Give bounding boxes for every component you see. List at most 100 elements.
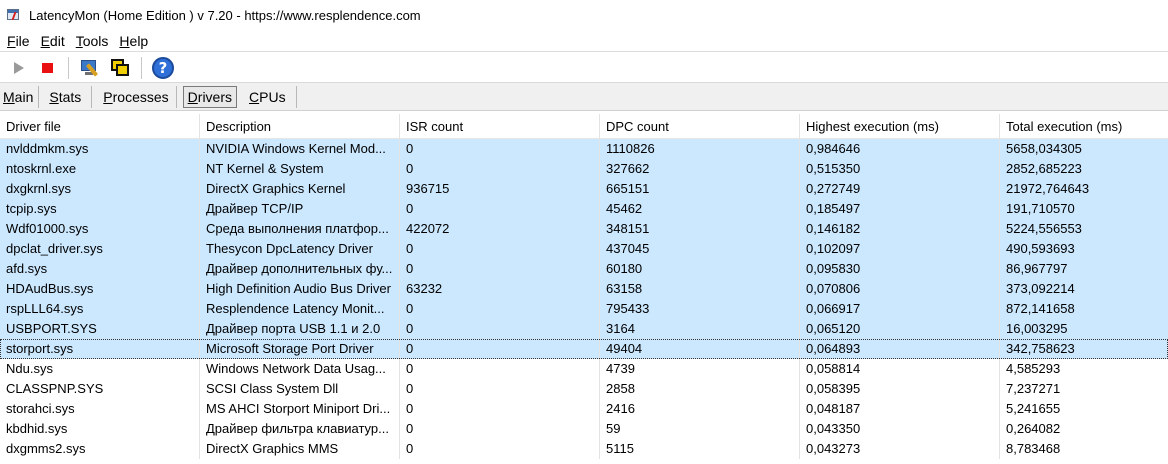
table-cell: CLASSPNP.SYS [0,379,200,399]
table-cell: 63158 [600,279,800,299]
tools-icon [80,58,100,78]
table-cell: 0,058395 [800,379,1000,399]
table-cell: rspLLL64.sys [0,299,200,319]
table-cell: 0,066917 [800,299,1000,319]
table-cell: dxgmms2.sys [0,439,200,459]
table-cell: 2416 [600,399,800,419]
table-cell: 0,264082 [1006,421,1061,436]
table-cell: 0,064893 [800,339,1000,359]
table-row[interactable]: ntoskrnl.exe NT Kernel & System 0 327662 0,5… [0,159,1168,179]
table-cell: 0 [400,419,600,439]
table-cell: 60180 [600,259,800,279]
table-cell: 3164 [600,319,800,339]
table-cell: tcpip.sys [0,199,200,219]
table-cell: Драйвер TCP/IP [200,199,400,219]
table-cell: afd.sys [0,259,200,279]
menu-tools[interactable]: Tools [72,33,113,49]
table-cell: 0,102097 [800,239,1000,259]
table-cell: dpclat_driver.sys [0,239,200,259]
table-cell: DirectX Graphics Kernel [200,179,400,199]
toolbar-separator [141,56,142,79]
menu-file[interactable]: File [3,33,34,49]
tools-button[interactable] [77,55,103,81]
tab-bar: Main Stats Processes Drivers C PUs [0,83,1168,111]
table-row[interactable]: storport.sys Microsoft Storage Port Drive… [0,339,1168,359]
stop-button[interactable] [34,55,60,81]
tab-main[interactable]: Main [0,85,40,108]
table-cell: 5658,034305 [1006,141,1082,156]
table-cell: SCSI Class System Dll [200,379,400,399]
table-cell: 0 [400,439,600,459]
menu-bar: File Edit Tools Help [0,30,1168,52]
table-row[interactable]: Wdf01000.sys Среда выполнения платфор... 4… [0,219,1168,239]
table-cell: 2852,685223 [1006,161,1082,176]
table-row[interactable]: CLASSPNP.SYS SCSI Class System Dll 0 2858 0,… [0,379,1168,399]
table-cell: 0 [400,299,600,319]
windows-button[interactable] [107,55,133,81]
column-header[interactable]: ISR count [400,114,600,139]
start-button[interactable] [4,55,30,81]
help-button[interactable]: ? [150,55,176,81]
table-row[interactable]: dxgkrnl.sys DirectX Graphics Kernel 936715… [0,179,1168,199]
table-cell: 16,003295 [1006,321,1068,336]
table-cell: 8,783468 [1006,441,1061,456]
column-header[interactable]: Total execution (ms) [1000,114,1168,139]
table-row[interactable]: kbdhid.sys Драйвер фильтра клавиатур... 0 5… [0,419,1168,439]
table-row[interactable]: HDAudBus.sys High Definition Audio Bus Dr… [0,279,1168,299]
table-row[interactable]: afd.sys Драйвер дополнительных фу... 0 6018… [0,259,1168,279]
table-cell: Wdf01000.sys [0,219,200,239]
table-row[interactable]: storahci.sys MS AHCI Storport Miniport Dr… [0,399,1168,419]
toolbar: ? [0,53,1168,83]
table-cell: 49404 [600,339,800,359]
table-cell: Windows Network Data Usag... [200,359,400,379]
table-cell: 327662 [600,159,800,179]
table-cell: 4739 [600,359,800,379]
table-cell: MS AHCI Storport Miniport Dri... [200,399,400,419]
table-cell: kbdhid.sys [0,419,200,439]
help-icon: ? [152,56,174,79]
table-cell: 4,585293 [1006,361,1061,376]
table-cell: 7,237271 [1006,381,1061,396]
column-header[interactable]: Highest execution (ms) [800,114,1000,139]
table-cell: 191,710570 [1006,201,1075,216]
table-cell: Microsoft Storage Port Driver [200,339,400,359]
table-cell: 342,758623 [1006,341,1075,356]
tab-stats[interactable]: Stats [39,85,93,108]
table-row[interactable]: Ndu.sys Windows Network Data Usag... 0 4739… [0,359,1168,379]
table-row[interactable]: rspLLL64.sys Resplendence Latency Monit..… [0,299,1168,319]
table-cell: Среда выполнения платфор... [200,219,400,239]
table-cell: Resplendence Latency Monit... [200,299,400,319]
table-row[interactable]: dxgmms2.sys DirectX Graphics MMS 0 5115 0,04… [0,439,1168,459]
table-cell: Драйвер дополнительных фу... [200,259,400,279]
windows-icon [110,58,130,78]
table-row[interactable]: USBPORT.SYS Драйвер порта USB 1.1 и 2.0 0 3… [0,319,1168,339]
column-header[interactable]: DPC count [600,114,800,139]
table-cell: 0,272749 [800,179,1000,199]
table-cell: Драйвер фильтра клавиатур... [200,419,400,439]
table-row[interactable]: tcpip.sys Драйвер TCP/IP 0 45462 0,185497 191… [0,199,1168,219]
table-cell: 63232 [400,279,600,299]
table-cell: DirectX Graphics MMS [200,439,400,459]
table-cell: HDAudBus.sys [0,279,200,299]
table-cell: Thesycon DpcLatency Driver [200,239,400,259]
table-body: nvlddmkm.sys NVIDIA Windows Kernel Mod...… [0,139,1168,459]
column-header[interactable]: Description [200,114,400,139]
tab-drivers[interactable]: Drivers [182,85,238,108]
menu-edit[interactable]: Edit [37,33,69,49]
table-cell: 0 [400,239,600,259]
toolbar-separator [68,56,69,79]
table-cell: 0,043273 [800,439,1000,459]
table-row[interactable]: nvlddmkm.sys NVIDIA Windows Kernel Mod...… [0,139,1168,159]
table-cell: 0 [400,199,600,219]
table-cell: 0,095830 [800,259,1000,279]
drivers-table: Driver file Description ISR count DPC co… [0,114,1168,464]
table-cell: 0,515350 [800,159,1000,179]
menu-help[interactable]: Help [115,33,152,49]
tab-cpus[interactable]: C PUs [241,85,297,108]
table-cell: 0 [400,359,600,379]
table-cell: 0,065120 [800,319,1000,339]
table-row[interactable]: dpclat_driver.sys Thesycon DpcLatency Dri… [0,239,1168,259]
table-cell: 0 [400,259,600,279]
tab-processes[interactable]: Processes [92,85,177,108]
column-header[interactable]: Driver file [0,114,200,139]
